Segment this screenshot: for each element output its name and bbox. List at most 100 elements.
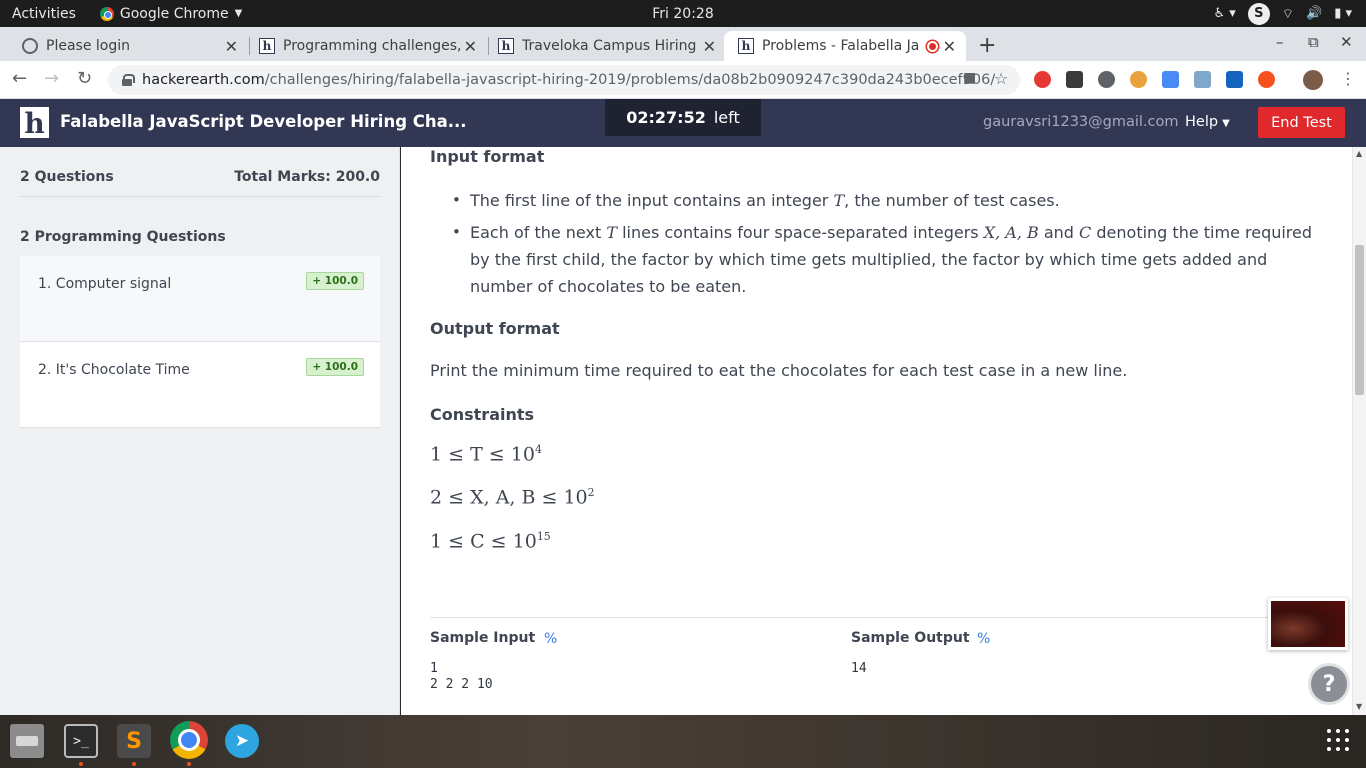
adblock-icon[interactable] bbox=[1034, 71, 1051, 88]
text: The first line of the input contains an … bbox=[470, 191, 834, 210]
tab-please-login[interactable]: Please login ✕ bbox=[0, 31, 248, 61]
close-icon[interactable]: ✕ bbox=[703, 37, 716, 56]
chevron-down-icon: ▼ bbox=[234, 8, 243, 19]
hackerearth-icon: h bbox=[259, 38, 275, 54]
chrome-app-icon[interactable] bbox=[170, 721, 208, 759]
profile-avatar[interactable] bbox=[1303, 70, 1323, 90]
camera-icon[interactable]: ■ bbox=[963, 70, 976, 86]
question-item-chocolate-time[interactable]: 2. It's Chocolate Time + 100.0 bbox=[20, 342, 380, 428]
close-window-icon[interactable]: ✕ bbox=[1340, 33, 1353, 51]
url-path: /challenges/hiring/falabella-javascript-… bbox=[264, 72, 996, 88]
constraint-3: 1 ≤ C ≤ 1015 bbox=[430, 530, 551, 552]
taskbar-dock: >_ S ➤ bbox=[0, 715, 1366, 768]
test-header: h Falabella JavaScript Developer Hiring … bbox=[0, 99, 1366, 147]
bookmark-star-icon[interactable]: ☆ bbox=[994, 69, 1008, 88]
scroll-down-icon[interactable]: ▼ bbox=[1356, 702, 1362, 711]
docs-icon[interactable] bbox=[1162, 71, 1179, 88]
tab-title: Programming challenges, bbox=[283, 38, 462, 54]
hackerearth-icon: h bbox=[498, 38, 514, 54]
marks-badge: + 100.0 bbox=[306, 272, 364, 290]
constraint-expr: 1 ≤ C ≤ 10 bbox=[430, 530, 537, 553]
chevron-down-icon: ▼ bbox=[1222, 118, 1230, 129]
constraint-expr: 1 ≤ T ≤ 10 bbox=[430, 443, 535, 466]
sublime-text-app-icon[interactable]: S bbox=[117, 724, 151, 758]
timer-value: 02:27:52 bbox=[626, 108, 706, 127]
minimize-icon[interactable]: – bbox=[1276, 33, 1284, 51]
tab-programming-challenges[interactable]: h Programming challenges, ✕ bbox=[237, 31, 487, 61]
dark-mode-icon[interactable] bbox=[1098, 71, 1115, 88]
recording-icon bbox=[927, 41, 938, 52]
close-icon[interactable]: ✕ bbox=[464, 37, 477, 56]
help-dropdown[interactable]: Help ▼ bbox=[1185, 114, 1230, 130]
marks-badge: + 100.0 bbox=[306, 358, 364, 376]
question-name: 1. Computer signal bbox=[38, 276, 172, 292]
skype-icon[interactable]: S bbox=[1247, 2, 1270, 25]
math-var: T bbox=[606, 223, 617, 242]
link-icon[interactable]: % bbox=[544, 631, 557, 647]
fire-icon[interactable] bbox=[1258, 71, 1275, 88]
show-applications-icon[interactable] bbox=[1327, 729, 1349, 751]
reload-icon[interactable]: ↻ bbox=[77, 68, 92, 89]
end-test-button[interactable]: End Test bbox=[1258, 107, 1345, 138]
close-icon[interactable]: ✕ bbox=[943, 37, 956, 56]
terminal-app-icon[interactable]: >_ bbox=[64, 724, 98, 758]
text: and bbox=[1038, 223, 1080, 242]
forward-icon[interactable]: → bbox=[44, 68, 59, 89]
sample-output: 14 bbox=[851, 661, 867, 676]
scrollbar-thumb[interactable] bbox=[1355, 245, 1364, 395]
tab-strip: Please login ✕ h Programming challenges,… bbox=[0, 27, 1366, 61]
help-label: Help bbox=[1185, 114, 1219, 130]
link-icon[interactable]: % bbox=[977, 631, 990, 647]
user-email[interactable]: gauravsri1233@gmail.com bbox=[983, 114, 1179, 130]
problem-content: Input format The first line of the input… bbox=[401, 147, 1352, 715]
battery-icon[interactable]: ▮ ▾ bbox=[1334, 6, 1352, 21]
question-item-computer-signal[interactable]: 1. Computer signal + 100.0 bbox=[20, 256, 380, 342]
screenshot-icon[interactable] bbox=[1194, 71, 1211, 88]
running-indicator bbox=[187, 762, 191, 766]
hackerearth-icon: h bbox=[738, 38, 754, 54]
divider bbox=[20, 196, 380, 197]
output-format-text: Print the minimum time required to eat t… bbox=[430, 361, 1128, 380]
webcam-preview[interactable] bbox=[1268, 598, 1348, 650]
browser-toolbar: ← → ↻ hackerearth.com/challenges/hiring/… bbox=[0, 61, 1366, 99]
chrome-icon bbox=[99, 6, 114, 21]
app-name: Google Chrome bbox=[119, 5, 229, 22]
extension-shield-icon[interactable] bbox=[1066, 71, 1083, 88]
sample-input-heading: Sample Input bbox=[430, 630, 536, 646]
tab-title: Please login bbox=[46, 38, 130, 54]
cookie-icon[interactable] bbox=[1130, 71, 1147, 88]
files-app-icon[interactable] bbox=[10, 724, 44, 758]
app-menu[interactable]: Google Chrome ▼ bbox=[99, 5, 243, 22]
question-name: 2. It's Chocolate Time bbox=[38, 362, 190, 378]
restore-icon[interactable]: ⧉ bbox=[1308, 33, 1319, 51]
volume-icon[interactable]: 🔊 bbox=[1306, 6, 1322, 21]
accessibility-icon[interactable]: ♿ ▾ bbox=[1213, 6, 1235, 21]
globe-icon bbox=[22, 38, 38, 54]
new-tab-button[interactable]: + bbox=[978, 33, 996, 58]
back-icon[interactable]: ← bbox=[12, 68, 27, 89]
tab-problems-falabella[interactable]: h Problems - Falabella Ja ✕ bbox=[724, 31, 966, 61]
help-button[interactable]: ? bbox=[1308, 663, 1350, 705]
lock-icon[interactable] bbox=[122, 74, 135, 86]
close-icon[interactable]: ✕ bbox=[225, 37, 238, 56]
divider bbox=[430, 617, 1310, 618]
extension-icon[interactable] bbox=[1226, 71, 1243, 88]
question-sidebar: 2 Questions Total Marks: 200.0 2 Program… bbox=[0, 147, 400, 715]
constraints-heading: Constraints bbox=[430, 405, 535, 424]
input-format-heading: Input format bbox=[430, 147, 545, 166]
telegram-app-icon[interactable]: ➤ bbox=[225, 724, 259, 758]
countdown-timer: 02:27:52 left bbox=[605, 99, 761, 136]
address-bar[interactable]: hackerearth.com/challenges/hiring/falabe… bbox=[108, 65, 1020, 95]
questions-count: 2 Questions bbox=[20, 169, 114, 185]
wifi-icon[interactable]: ⌔ bbox=[1282, 6, 1294, 22]
tab-title: Traveloka Campus Hiring bbox=[522, 38, 697, 54]
activities-button[interactable]: Activities bbox=[12, 6, 76, 22]
scroll-up-icon[interactable]: ▲ bbox=[1356, 149, 1362, 158]
sample-input: 1 2 2 2 10 bbox=[430, 661, 493, 692]
system-tray[interactable]: ♿ ▾ S ⌔ 🔊 ▮ ▾ bbox=[1213, 0, 1352, 27]
more-menu-icon[interactable]: ⋮ bbox=[1340, 69, 1356, 88]
page-scrollbar[interactable]: ▲ ▼ bbox=[1352, 147, 1366, 715]
tab-traveloka[interactable]: h Traveloka Campus Hiring ✕ bbox=[476, 31, 726, 61]
hackerearth-logo[interactable]: h bbox=[20, 107, 49, 138]
sample-output-heading: Sample Output bbox=[851, 630, 970, 646]
